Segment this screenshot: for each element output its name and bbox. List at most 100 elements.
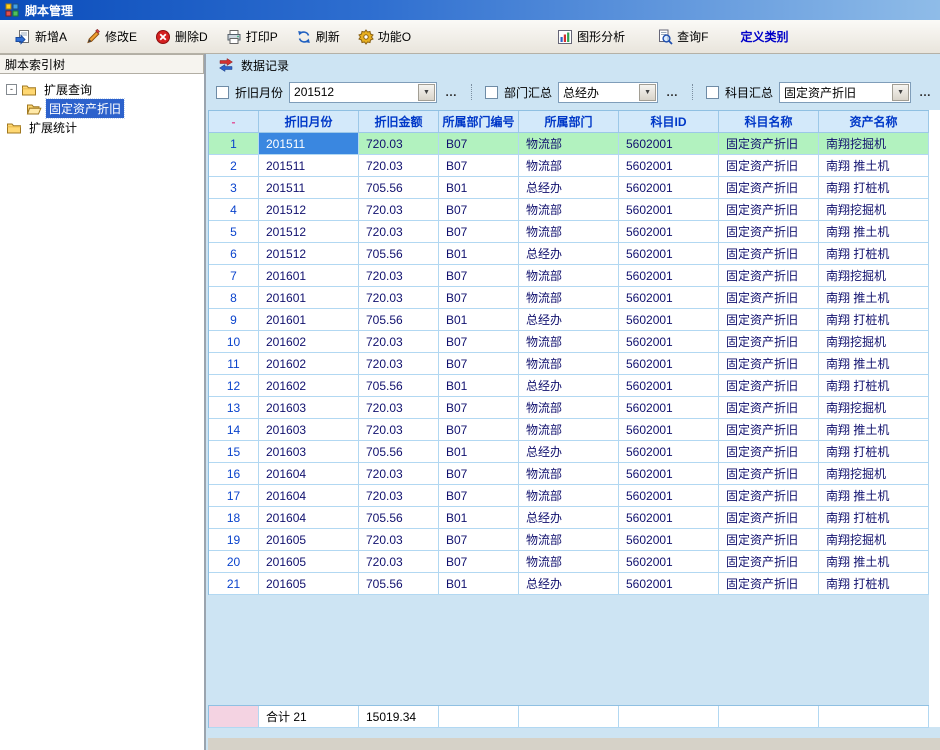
table-row[interactable]: 14201603720.03B07物流部5602001固定资产折旧南翔 推土机 (209, 419, 929, 441)
table-cell[interactable]: 南翔 推土机 (819, 155, 929, 177)
table-row[interactable]: 17201604720.03B07物流部5602001固定资产折旧南翔 推土机 (209, 485, 929, 507)
table-cell[interactable]: 5602001 (619, 441, 719, 463)
column-header[interactable]: 科目ID (619, 111, 719, 133)
table-cell[interactable]: 物流部 (519, 331, 619, 353)
table-cell[interactable]: 总经办 (519, 441, 619, 463)
table-row[interactable]: 10201602720.03B07物流部5602001固定资产折旧南翔挖掘机 (209, 331, 929, 353)
table-cell[interactable]: 705.56 (359, 507, 439, 529)
table-cell[interactable]: 南翔 打桩机 (819, 309, 929, 331)
table-cell[interactable]: 201601 (259, 265, 359, 287)
table-cell[interactable]: B07 (439, 529, 519, 551)
filter-checkbox-department-summary[interactable] (485, 86, 498, 99)
table-cell[interactable]: B01 (439, 507, 519, 529)
edit-button[interactable]: 修改E (76, 24, 146, 50)
table-cell[interactable]: 固定资产折旧 (719, 419, 819, 441)
table-cell[interactable]: 物流部 (519, 155, 619, 177)
table-cell[interactable]: 南翔 打桩机 (819, 375, 929, 397)
query-button[interactable]: 查询F (648, 24, 717, 50)
table-cell[interactable]: 720.03 (359, 419, 439, 441)
table-cell[interactable]: 固定资产折旧 (719, 265, 819, 287)
filter-combo-department-summary[interactable]: 总经办▼ (558, 82, 658, 103)
row-number-cell[interactable]: 16 (209, 463, 259, 485)
table-cell[interactable]: 南翔 打桩机 (819, 573, 929, 595)
filter-more-button-depreciation-month[interactable]: … (443, 85, 460, 99)
table-cell[interactable]: 705.56 (359, 375, 439, 397)
table-cell[interactable]: 201511 (259, 155, 359, 177)
table-cell[interactable]: 南翔挖掘机 (819, 397, 929, 419)
row-number-cell[interactable]: 2 (209, 155, 259, 177)
graph-analysis-button[interactable]: 图形分析 (548, 24, 634, 50)
function-button[interactable]: 功能O (349, 24, 420, 50)
table-cell[interactable]: 物流部 (519, 551, 619, 573)
define-category-button[interactable]: 定义类别 (731, 24, 797, 50)
table-cell[interactable]: 5602001 (619, 265, 719, 287)
table-row[interactable]: 13201603720.03B07物流部5602001固定资产折旧南翔挖掘机 (209, 397, 929, 419)
table-cell[interactable]: 201512 (259, 199, 359, 221)
table-cell[interactable]: 南翔挖掘机 (819, 265, 929, 287)
table-cell[interactable]: 720.03 (359, 353, 439, 375)
table-cell[interactable]: 南翔挖掘机 (819, 331, 929, 353)
table-cell[interactable]: B07 (439, 199, 519, 221)
row-number-cell[interactable]: 15 (209, 441, 259, 463)
table-cell[interactable]: 南翔 打桩机 (819, 507, 929, 529)
table-row[interactable]: 3201511705.56B01总经办5602001固定资产折旧南翔 打桩机 (209, 177, 929, 199)
row-number-cell[interactable]: 18 (209, 507, 259, 529)
table-cell[interactable]: 5602001 (619, 397, 719, 419)
table-row[interactable]: 1201511720.03B07物流部5602001固定资产折旧南翔挖掘机 (209, 133, 929, 155)
table-cell[interactable]: 201605 (259, 529, 359, 551)
table-cell[interactable]: 南翔挖掘机 (819, 463, 929, 485)
table-cell[interactable]: 固定资产折旧 (719, 551, 819, 573)
table-cell[interactable]: 固定资产折旧 (719, 485, 819, 507)
delete-button[interactable]: 删除D (146, 24, 217, 50)
column-header[interactable]: 所属部门编号 (439, 111, 519, 133)
table-cell[interactable]: 固定资产折旧 (719, 331, 819, 353)
row-number-cell[interactable]: 1 (209, 133, 259, 155)
column-header[interactable]: - (209, 111, 259, 133)
table-cell[interactable]: 南翔 推土机 (819, 221, 929, 243)
row-number-cell[interactable]: 4 (209, 199, 259, 221)
table-cell[interactable]: B01 (439, 243, 519, 265)
table-cell[interactable]: 南翔挖掘机 (819, 529, 929, 551)
table-cell[interactable]: 南翔 打桩机 (819, 177, 929, 199)
table-cell[interactable]: B07 (439, 221, 519, 243)
row-number-cell[interactable]: 11 (209, 353, 259, 375)
table-cell[interactable]: B07 (439, 331, 519, 353)
table-cell[interactable]: 固定资产折旧 (719, 375, 819, 397)
table-row[interactable]: 2201511720.03B07物流部5602001固定资产折旧南翔 推土机 (209, 155, 929, 177)
row-number-cell[interactable]: 8 (209, 287, 259, 309)
table-cell[interactable]: 总经办 (519, 375, 619, 397)
table-cell[interactable]: 720.03 (359, 397, 439, 419)
table-cell[interactable]: 705.56 (359, 573, 439, 595)
table-cell[interactable]: 南翔 推土机 (819, 485, 929, 507)
table-cell[interactable]: 物流部 (519, 463, 619, 485)
column-header[interactable]: 科目名称 (719, 111, 819, 133)
table-cell[interactable]: 固定资产折旧 (719, 529, 819, 551)
column-header[interactable]: 资产名称 (819, 111, 929, 133)
table-cell[interactable]: 固定资产折旧 (719, 573, 819, 595)
row-number-cell[interactable]: 6 (209, 243, 259, 265)
table-cell[interactable]: 201604 (259, 463, 359, 485)
table-cell[interactable]: 固定资产折旧 (719, 287, 819, 309)
row-number-cell[interactable]: 19 (209, 529, 259, 551)
table-cell[interactable]: B07 (439, 353, 519, 375)
table-cell[interactable]: 201603 (259, 397, 359, 419)
table-cell[interactable]: 固定资产折旧 (719, 133, 819, 155)
table-cell[interactable]: B07 (439, 287, 519, 309)
table-cell[interactable]: 南翔挖掘机 (819, 199, 929, 221)
table-row[interactable]: 12201602705.56B01总经办5602001固定资产折旧南翔 打桩机 (209, 375, 929, 397)
row-number-cell[interactable]: 14 (209, 419, 259, 441)
table-cell[interactable]: 5602001 (619, 485, 719, 507)
table-cell[interactable]: 固定资产折旧 (719, 243, 819, 265)
table-cell[interactable]: 201605 (259, 573, 359, 595)
table-cell[interactable]: 201512 (259, 221, 359, 243)
filter-more-button-department-summary[interactable]: … (664, 85, 681, 99)
table-cell[interactable]: 固定资产折旧 (719, 397, 819, 419)
row-number-cell[interactable]: 7 (209, 265, 259, 287)
table-cell[interactable]: 5602001 (619, 353, 719, 375)
row-number-cell[interactable]: 5 (209, 221, 259, 243)
table-cell[interactable]: 5602001 (619, 551, 719, 573)
table-cell[interactable]: 5602001 (619, 309, 719, 331)
table-cell[interactable]: B07 (439, 265, 519, 287)
table-cell[interactable]: B07 (439, 463, 519, 485)
table-cell[interactable]: 720.03 (359, 133, 439, 155)
